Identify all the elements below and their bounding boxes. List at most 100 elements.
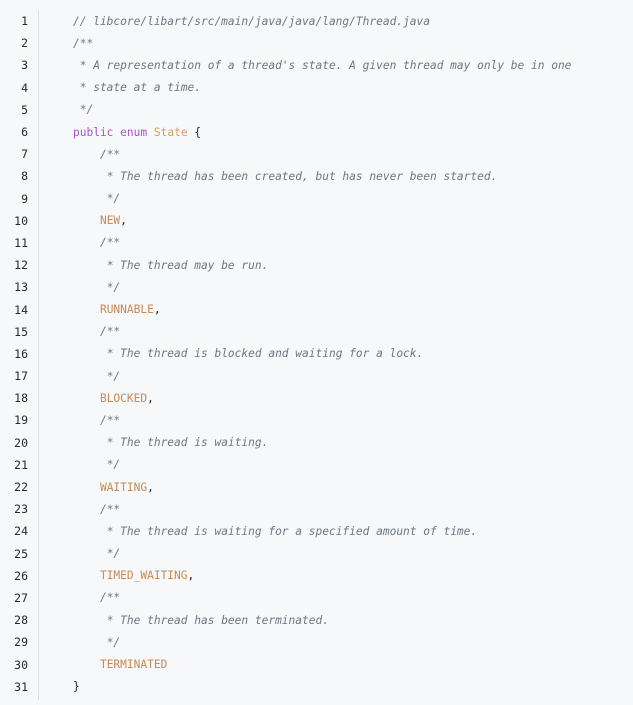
line-content: * The thread is waiting. [73, 436, 269, 449]
token-comment: * The thread may be run. [99, 258, 269, 272]
line-number: 28 [14, 613, 28, 628]
token-comment: /** [99, 413, 121, 427]
token-comment: /** [99, 325, 121, 339]
line-number: 11 [14, 235, 28, 250]
token-comment: * A representation of a thread's state. … [73, 58, 572, 72]
code-lines: 1 // libcore/libart/src/main/java/java/la… [0, 10, 633, 698]
line-number: 9 [21, 191, 28, 206]
line-number: 7 [21, 147, 28, 162]
code-line: 26 TIMED_WAITING, [0, 565, 633, 587]
line-number: 8 [21, 169, 28, 184]
token-punct: , [153, 303, 161, 317]
code-line: 1 // libcore/libart/src/main/java/java/la… [0, 10, 633, 32]
line-number: 30 [14, 657, 28, 672]
line-content: RUNNABLE, [73, 303, 161, 316]
token-comment: /** [99, 147, 121, 161]
token-const: BLOCKED [99, 391, 148, 405]
line-number: 26 [14, 568, 28, 583]
token-comment: * The thread has been created, but has n… [99, 169, 498, 183]
line-content: /** [73, 503, 120, 516]
code-line: 11 /** [0, 232, 633, 254]
line-number: 18 [14, 391, 28, 406]
token-comment: */ [99, 192, 121, 206]
code-line: 21 */ [0, 454, 633, 476]
line-content: */ [73, 547, 120, 560]
line-number: 19 [14, 413, 28, 428]
line-number: 10 [14, 213, 28, 228]
token-type: State [153, 125, 188, 139]
token-punct: , [120, 214, 127, 228]
token-comment: /** [99, 502, 121, 516]
token-const: TERMINATED [99, 658, 168, 672]
line-number: 25 [14, 546, 28, 561]
token-comment: * The thread has been terminated. [99, 613, 329, 627]
token-punct [147, 126, 154, 139]
line-content: */ [73, 192, 120, 205]
line-content: * state at a time. [73, 81, 201, 94]
code-line: 23 /** [0, 498, 633, 520]
line-number: 20 [14, 435, 28, 450]
line-content: */ [73, 458, 120, 471]
code-line: 20 * The thread is waiting. [0, 432, 633, 454]
line-content: TERMINATED [73, 658, 167, 671]
token-comment: * state at a time. [73, 81, 201, 95]
token-comment: /** [99, 591, 121, 605]
token-punct: , [187, 569, 195, 583]
line-number: 15 [14, 324, 28, 339]
line-number: 5 [21, 102, 28, 117]
line-content: } [73, 680, 80, 693]
line-number: 6 [21, 125, 28, 140]
token-comment: * The thread is waiting for a specified … [99, 524, 478, 538]
line-content: BLOCKED, [73, 392, 154, 405]
token-comment: */ [73, 103, 94, 117]
line-content: /** [73, 37, 93, 50]
token-keyword: public [73, 125, 114, 139]
code-line: 28 * The thread has been terminated. [0, 609, 633, 631]
code-line: 8 * The thread has been created, but has… [0, 165, 633, 187]
token-comment: // libcore/libart/src/main/java/java/lan… [73, 14, 430, 28]
code-line: 13 */ [0, 276, 633, 298]
code-line: 18 BLOCKED, [0, 387, 633, 409]
code-line: 3 * A representation of a thread's state… [0, 54, 633, 76]
line-number: 27 [14, 590, 28, 605]
line-number: 14 [14, 302, 28, 317]
token-comment: * The thread is blocked and waiting for … [99, 347, 424, 361]
token-comment: */ [99, 280, 121, 294]
token-comment: /** [99, 236, 121, 250]
line-content: * The thread may be run. [73, 258, 269, 272]
line-content: /** [73, 148, 120, 161]
code-line: 27 /** [0, 587, 633, 609]
code-line: 9 */ [0, 188, 633, 210]
line-number: 3 [21, 58, 28, 73]
line-content: NEW, [73, 214, 127, 227]
line-number: 2 [21, 36, 28, 51]
code-line: 12 * The thread may be run. [0, 254, 633, 276]
line-content: // libcore/libart/src/main/java/java/lan… [73, 15, 430, 28]
line-number: 24 [14, 524, 28, 539]
code-viewer: 1 // libcore/libart/src/main/java/java/la… [0, 0, 633, 705]
token-const: RUNNABLE [99, 303, 154, 317]
code-line: 2 /** [0, 32, 633, 54]
token-punct [113, 126, 120, 139]
token-punct: , [147, 391, 154, 405]
line-number: 1 [21, 14, 28, 29]
gutter-divider [38, 10, 39, 700]
code-line: 16 * The thread is blocked and waiting f… [0, 343, 633, 365]
token-const: NEW [99, 214, 121, 228]
token-comment: */ [99, 547, 121, 561]
line-number: 12 [14, 258, 28, 273]
code-line: 24 * The thread is waiting for a specifi… [0, 520, 633, 542]
line-number: 21 [14, 457, 28, 472]
